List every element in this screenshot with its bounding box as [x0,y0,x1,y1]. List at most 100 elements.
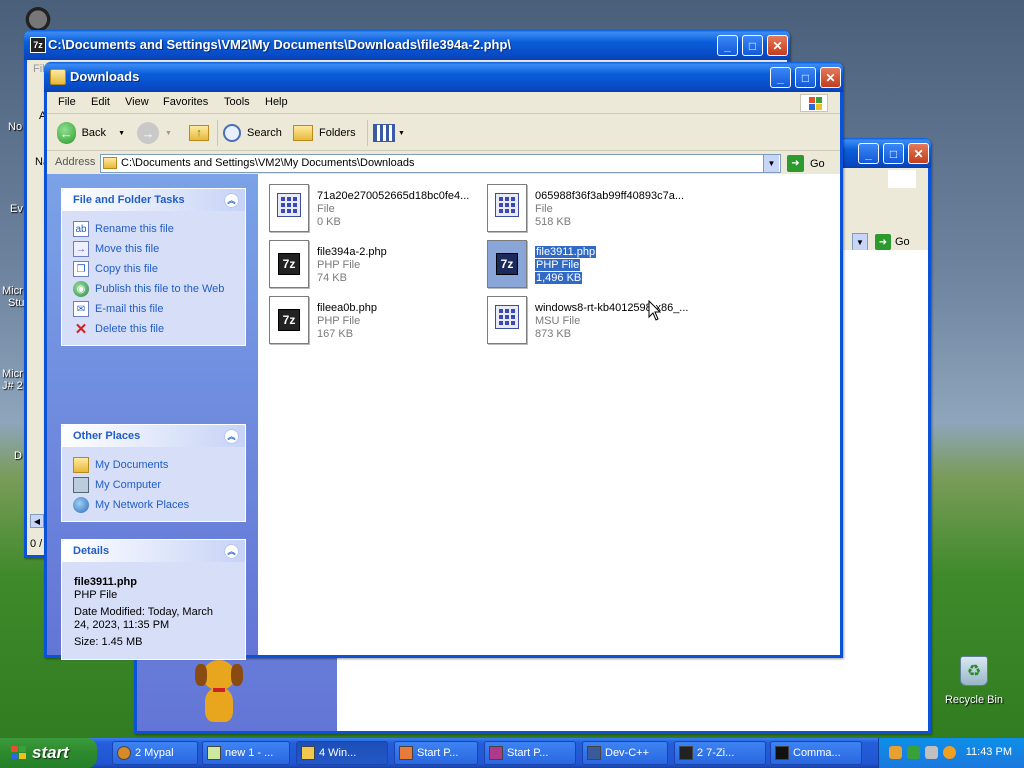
details-modified-cont: 24, 2023, 11:35 PM [74,619,170,631]
place-label: My Documents [95,459,169,471]
taskbar-item-label: 4 Win... [319,747,357,759]
file-item[interactable]: 065988f36f3ab99ff40893c7a... File 518 KB [487,182,697,234]
desktop-edge-label: Micr [2,368,23,380]
task-delete[interactable]: ✕ Delete this file [73,319,245,339]
taskbar-item-notepad[interactable]: new 1 - ... [202,741,290,765]
collapse-chevron-icon[interactable]: ︽ [224,193,239,208]
explorer-titlebar[interactable]: Downloads _ □ ✕ [44,62,843,92]
tray-icon[interactable] [889,746,902,759]
start-button[interactable]: start [0,738,97,768]
start-label: start [32,743,69,762]
taskbar-item-command-prompt[interactable]: Comma... [770,741,862,765]
recycle-bin-icon: ♻ [960,656,988,686]
menu-fragment: Fil [33,63,45,75]
menu-edit[interactable]: Edit [91,96,110,108]
delete-x-icon: ✕ [74,321,88,338]
menu-tools[interactable]: Tools [224,96,250,108]
minimize-button[interactable]: _ [858,143,879,164]
tray-icon[interactable] [907,746,920,759]
back-button[interactable]: ← Back ▼ [57,120,125,146]
chevron-down-icon[interactable]: ▼ [165,130,172,137]
chevron-down-icon: ▼ [767,159,776,168]
task-move[interactable]: → Move this file [73,239,245,259]
scroll-left-button[interactable]: ◀ [30,514,44,528]
go-label: Go [810,157,825,170]
taskbar: start 2 Mypal new 1 - ... 4 Win... Start… [0,738,1024,768]
go-arrow-icon: ➜ [875,234,891,250]
panel-header[interactable]: Details ︽ [62,540,245,562]
task-email[interactable]: ✉ E-mail this file [73,299,245,319]
panel-header[interactable]: File and Folder Tasks ︽ [62,189,245,211]
recycle-bin-label: Recycle Bin [944,694,1004,706]
back-arrow-icon: ← [57,122,76,144]
address-dropdown[interactable]: ▼ [852,233,868,251]
chevron-down-icon[interactable]: ▼ [118,130,125,137]
file-item[interactable]: 71a20e270052665d18bc0fe4... File 0 KB [269,182,479,234]
minimize-button[interactable]: _ [770,67,791,88]
desktop-icon-top[interactable] [22,4,54,32]
explorer-window[interactable]: Downloads _ □ ✕ File Edit View Favorites… [44,62,843,660]
tray-icon[interactable] [925,746,938,759]
address-dropdown[interactable]: ▼ [763,155,779,172]
7zip-file-icon: 7z [269,240,309,288]
globe-icon: ◉ [73,281,89,297]
window-title: C:\Documents and Settings\VM2\My Documen… [48,37,512,52]
views-button[interactable]: ▼ [373,121,409,145]
taskbar-item-7zip[interactable]: 2 7-Zi... [674,741,766,765]
desktop-edge-label: No [8,121,23,133]
up-folder-button[interactable]: ↑ [187,121,211,145]
other-places-panel: Other Places ︽ My Documents My Computer … [61,424,246,522]
clock[interactable]: 11:43 PM [966,746,1012,758]
menu-favorites[interactable]: Favorites [163,96,208,108]
background-window-left-titlebar[interactable]: 7z C:\Documents and Settings\VM2\My Docu… [24,30,790,60]
task-copy[interactable]: ❐ Copy this file [73,259,245,279]
file-list: 71a20e270052665d18bc0fe4... File 0 KB 06… [258,174,840,655]
maximize-button[interactable]: □ [742,35,763,56]
tray-icon[interactable] [943,746,956,759]
search-button[interactable]: Search [223,120,287,146]
collapse-chevron-icon[interactable]: ︽ [224,544,239,559]
menu-view[interactable]: View [125,96,149,108]
recycle-bin[interactable]: ♻ Recycle Bin [944,656,1004,708]
my-computer-icon [73,477,89,493]
window-title: Downloads [70,69,140,84]
maximize-button[interactable]: □ [795,67,816,88]
place-my-documents[interactable]: My Documents [73,455,245,475]
close-button[interactable]: ✕ [908,143,929,164]
menu-help[interactable]: Help [265,96,288,108]
file-name: file394a-2.php [317,246,387,258]
move-icon: → [73,241,89,257]
place-my-computer[interactable]: My Computer [73,475,245,495]
forward-button[interactable]: → ▼ [137,120,177,146]
file-item-selected[interactable]: 7z file3911.php PHP File 1,496 KB [487,238,697,290]
place-my-network[interactable]: My Network Places [73,495,245,515]
taskbar-item-label: Dev-C++ [605,747,650,759]
go-button[interactable]: ➜ Go [875,232,925,252]
taskbar-item-label: Comma... [793,747,841,759]
file-size: 74 KB [317,272,347,284]
maximize-button[interactable]: □ [883,143,904,164]
command-prompt-icon [775,746,789,760]
file-item[interactable]: windows8-rt-kb4012598-x86_... MSU File 8… [487,294,697,346]
panel-header[interactable]: Other Places ︽ [62,425,245,447]
menu-file[interactable]: File [58,96,76,108]
file-item[interactable]: 7z fileea0b.php PHP File 167 KB [269,294,479,346]
folders-button[interactable]: Folders [293,120,363,146]
taskbar-item-devcpp[interactable]: Dev-C++ [582,741,668,765]
desktop-edge-label: Ev [10,203,23,215]
address-input[interactable]: C:\Documents and Settings\VM2\My Documen… [100,154,781,173]
close-button[interactable]: ✕ [820,67,841,88]
taskbar-item-windows-explorer[interactable]: 4 Win... [296,741,388,765]
desktop-edge-label: J# 2 [2,380,23,392]
close-button[interactable]: ✕ [767,35,788,56]
taskbar-item-mypal[interactable]: 2 Mypal [112,741,198,765]
go-button[interactable]: ➜ Go [787,154,833,173]
task-publish[interactable]: ◉ Publish this file to the Web [73,279,245,299]
minimize-button[interactable]: _ [717,35,738,56]
collapse-chevron-icon[interactable]: ︽ [224,429,239,444]
taskbar-item-start-page-1[interactable]: Start P... [394,741,478,765]
task-rename[interactable]: ab Rename this file [73,219,245,239]
file-item[interactable]: 7z file394a-2.php PHP File 74 KB [269,238,479,290]
taskbar-item-start-page-2[interactable]: Start P... [484,741,576,765]
panel-title: Other Places [73,430,141,442]
